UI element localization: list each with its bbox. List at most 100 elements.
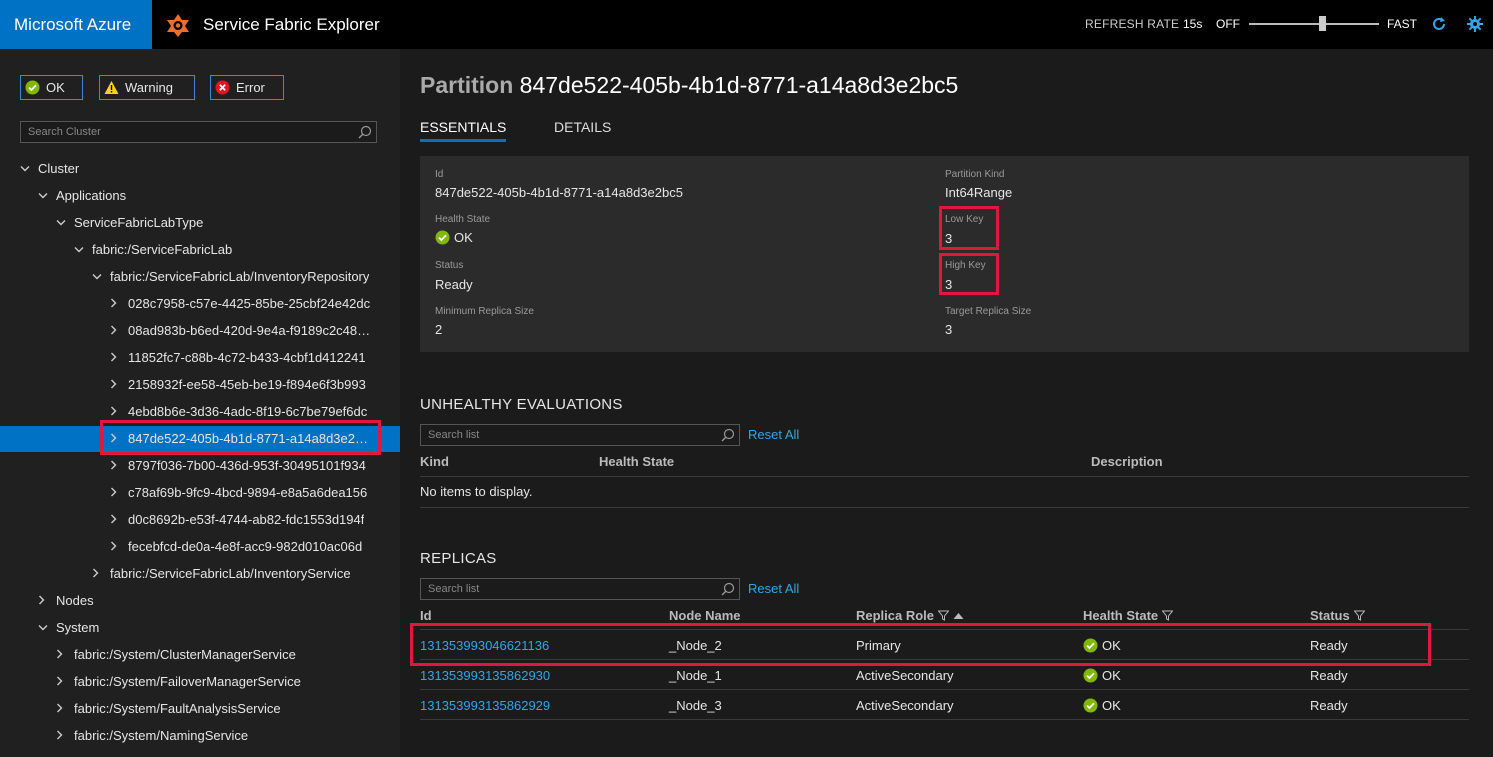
refresh-rate-slider-handle[interactable] <box>1318 16 1326 31</box>
tree-item[interactable]: fabric:/System/FaultAnalysisService <box>56 695 281 722</box>
tree-item[interactable]: Nodes <box>38 587 94 614</box>
chevron-down-icon[interactable] <box>38 614 56 641</box>
tab-details[interactable]: DETAILS <box>554 119 611 135</box>
unhealthy-reset-all-link[interactable]: Reset All <box>748 427 799 442</box>
tree-item[interactable]: Cluster <box>20 155 79 182</box>
tree-item[interactable]: 08ad983b-b6ed-420d-9e4a-f9189c2c48… <box>110 317 370 344</box>
chevron-right-icon[interactable] <box>110 506 128 533</box>
tree-item[interactable]: d0c8692b-e53f-4744-ab82-fdc1553d194f <box>110 506 364 533</box>
replicas-search-input[interactable] <box>421 579 716 599</box>
tree-item[interactable]: 11852fc7-c88b-4c72-b433-4cbf1d412241 <box>110 344 366 371</box>
replica-role-text: ActiveSecondary <box>856 668 954 683</box>
chevron-right-icon[interactable] <box>56 722 74 749</box>
column-header-health-state[interactable]: Health State <box>599 454 674 469</box>
selected-partition-callout <box>100 420 381 455</box>
essential-partition-kind-label: Partition Kind <box>945 169 1005 180</box>
replica-id-link[interactable]: 131353993135862930 <box>420 668 550 683</box>
column-header-health-state-replicas[interactable]: Health State <box>1083 608 1174 623</box>
tree-item-label: 2158932f-ee58-45eb-be19-f894e6f3b993 <box>128 377 366 392</box>
refresh-off-label: OFF <box>1216 17 1240 31</box>
essential-health-value: OK <box>435 230 473 245</box>
unhealthy-search-input[interactable] <box>421 425 716 445</box>
chevron-down-icon[interactable] <box>74 236 92 263</box>
page-title: Partition 847de522-405b-4b1d-8771-a14a8d… <box>420 72 958 99</box>
chevron-right-icon[interactable] <box>110 290 128 317</box>
chevron-right-icon[interactable] <box>56 668 74 695</box>
search-icon[interactable] <box>721 582 735 596</box>
chevron-right-icon[interactable] <box>38 587 56 614</box>
tree-item[interactable]: fabric:/ServiceFabricLab/InventoryReposi… <box>92 263 369 290</box>
tree-item[interactable]: fabric:/System/NamingService <box>56 722 248 749</box>
tree-item[interactable]: fecebfcd-de0a-4e8f-acc9-982d010ac06d <box>110 533 362 560</box>
filter-funnel-icon[interactable] <box>938 610 950 621</box>
replica-id-link-text: 131353993135862929 <box>420 698 551 713</box>
filter-warning-button[interactable]: Warning <box>99 75 195 100</box>
chevron-right-icon[interactable] <box>92 560 110 587</box>
column-header-description[interactable]: Description <box>1091 454 1163 469</box>
unhealthy-search-box <box>420 424 740 446</box>
column-header-id[interactable]: Id <box>420 608 432 623</box>
tree-item[interactable]: fabric:/System/ClusterManagerService <box>56 641 296 668</box>
replica-node-name: _Node_3 <box>669 698 722 713</box>
ok-check-icon <box>435 230 450 245</box>
tree-item[interactable]: 2158932f-ee58-45eb-be19-f894e6f3b993 <box>110 371 366 398</box>
replica-id-link[interactable]: 131353993135862929 <box>420 698 550 713</box>
column-header-health-label: Health State <box>1083 608 1159 623</box>
top-bar: Microsoft Azure Service Fabric Explorer … <box>0 0 1493 49</box>
replica-node-name-text: _Node_3 <box>669 698 722 713</box>
replica-health-state-text: OK <box>1102 668 1121 683</box>
tree-item[interactable]: fabric:/ServiceFabricLab/InventoryServic… <box>92 560 351 587</box>
column-header-kind[interactable]: Kind <box>420 454 449 469</box>
tree-item[interactable]: 028c7958-c57e-4425-85be-25cbf24e42dc <box>110 290 370 317</box>
column-header-status[interactable]: Status <box>1310 608 1365 623</box>
tree-item[interactable]: fabric:/ServiceFabricLab <box>74 236 232 263</box>
filter-funnel-icon[interactable] <box>1162 610 1174 621</box>
tab-essentials[interactable]: ESSENTIALS <box>420 119 507 142</box>
tree-item[interactable]: Applications <box>38 182 126 209</box>
search-icon[interactable] <box>358 125 372 139</box>
chevron-down-icon[interactable] <box>56 209 74 236</box>
replica-role-text: ActiveSecondary <box>856 698 954 713</box>
refresh-rate-value: 15s <box>1183 17 1203 31</box>
chevron-down-icon[interactable] <box>92 263 110 290</box>
filter-ok-button[interactable]: OK <box>20 75 83 100</box>
column-header-replica-role[interactable]: Replica Role <box>856 608 964 623</box>
essential-partition-kind-value: Int64Range <box>945 185 1013 200</box>
tree-item[interactable]: fabric:/System/FailoverManagerService <box>56 668 301 695</box>
sort-ascending-icon[interactable] <box>953 612 964 620</box>
replicas-reset-all-link[interactable]: Reset All <box>748 581 799 596</box>
search-icon[interactable] <box>721 428 735 442</box>
chevron-right-icon[interactable] <box>110 371 128 398</box>
tree-item[interactable]: 8797f036-7b00-436d-953f-30495101f934 <box>110 452 366 479</box>
chevron-right-icon[interactable] <box>110 479 128 506</box>
replica-health-state-text: OK <box>1102 698 1121 713</box>
chevron-down-icon[interactable] <box>38 182 56 209</box>
tree-item[interactable]: ServiceFabricLabType <box>56 209 203 236</box>
column-header-node-name[interactable]: Node Name <box>669 608 741 623</box>
table-divider <box>420 507 1469 508</box>
tree-item-label: 8797f036-7b00-436d-953f-30495101f934 <box>128 458 366 473</box>
gear-icon[interactable] <box>1466 15 1484 33</box>
tree-item[interactable]: c78af69b-9fc9-4bcd-9894-e8a5a6dea156 <box>110 479 367 506</box>
table-divider <box>420 476 1469 477</box>
filter-error-button[interactable]: Error <box>210 75 284 100</box>
chevron-right-icon[interactable] <box>110 452 128 479</box>
essential-health-text: OK <box>454 230 473 245</box>
cluster-search-input[interactable] <box>21 122 351 142</box>
chevron-right-icon[interactable] <box>110 344 128 371</box>
essential-min-replica-value: 2 <box>435 322 443 337</box>
tree-item-label: fabric:/System/NamingService <box>74 728 249 743</box>
chevron-right-icon[interactable] <box>56 695 74 722</box>
chevron-right-icon[interactable] <box>110 317 128 344</box>
refresh-rate-slider[interactable] <box>1249 23 1379 25</box>
refresh-icon[interactable] <box>1430 15 1448 33</box>
replica-status: Ready <box>1310 668 1348 683</box>
chevron-right-icon[interactable] <box>56 641 74 668</box>
chevron-down-icon[interactable] <box>20 155 38 182</box>
chevron-right-icon[interactable] <box>110 533 128 560</box>
table-divider <box>420 719 1469 720</box>
essential-id-label: Id <box>435 169 444 180</box>
filter-funnel-icon[interactable] <box>1353 610 1365 621</box>
azure-brand[interactable]: Microsoft Azure <box>0 0 152 49</box>
tree-item[interactable]: System <box>38 614 99 641</box>
